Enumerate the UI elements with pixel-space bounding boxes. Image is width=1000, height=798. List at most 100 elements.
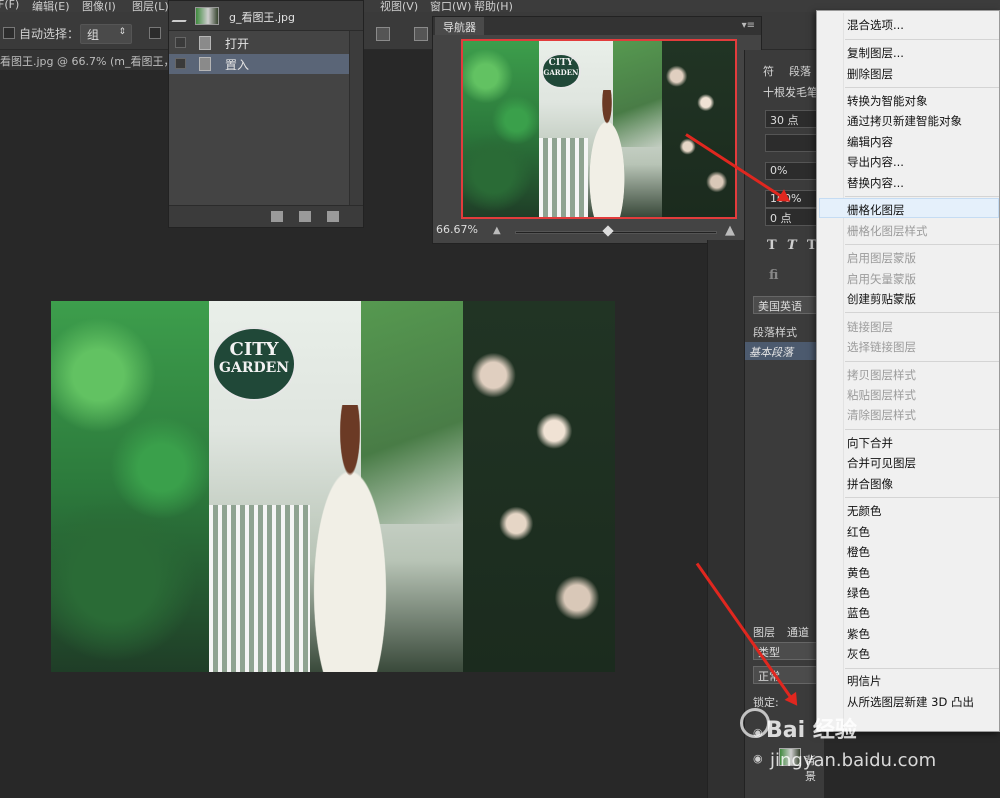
tab-paragraph-styles[interactable]: 段落样式 [753, 324, 797, 340]
new-snapshot-icon[interactable] [271, 211, 283, 222]
menu-image[interactable]: 图像(I) [82, 0, 116, 12]
menu-item-new-smart-object-via-copy[interactable]: 通过拷贝新建智能对象 [847, 113, 962, 129]
photo-left-foliage [463, 41, 540, 217]
menu-item-no-color[interactable]: 无颜色 [847, 503, 882, 519]
menu-item-convert-smart-object[interactable]: 转换为智能对象 [847, 93, 928, 109]
paragraph-style-item[interactable]: 基本段落 [745, 342, 823, 360]
menu-item-create-clipping-mask[interactable]: 创建剪贴蒙版 [847, 291, 916, 307]
menu-item-blue[interactable]: 蓝色 [847, 605, 870, 621]
bold-t-icon[interactable]: T [767, 238, 777, 253]
menu-item-blending-options[interactable]: 混合选项... [847, 17, 904, 33]
menu-item-gray[interactable]: 灰色 [847, 646, 870, 662]
menu-highlight [819, 198, 999, 218]
language-button[interactable]: 美国英语 [753, 296, 823, 314]
menu-separator [845, 668, 999, 669]
city-garden-sign: CITY GARDEN [211, 326, 297, 402]
menu-file[interactable]: F(F) [0, 0, 19, 11]
navigator-preview[interactable]: CITY GARDEN [461, 39, 737, 219]
camera-icon[interactable] [299, 211, 311, 222]
menu-item-violet[interactable]: 紫色 [847, 626, 870, 642]
recent-scrollbar[interactable] [349, 31, 363, 205]
file-thumbnail [195, 7, 219, 25]
auto-select-checkbox[interactable] [3, 27, 15, 39]
tab-character[interactable]: 符 [763, 63, 774, 79]
document-icon [199, 57, 211, 71]
tracking-field[interactable]: 0% [765, 162, 821, 180]
menu-separator [845, 429, 999, 430]
eye-icon[interactable]: ◉ [753, 752, 763, 765]
menu-item-merge-visible[interactable]: 合并可见图层 [847, 455, 916, 471]
menu-separator [845, 87, 999, 88]
menu-item-edit-contents[interactable]: 编辑内容 [847, 134, 893, 150]
menu-item-flatten-image[interactable]: 拼合图像 [847, 476, 893, 492]
menu-separator [845, 361, 999, 362]
italic-t-icon[interactable]: T [787, 238, 797, 253]
menu-view[interactable]: 视图(V) [380, 0, 418, 12]
auto-select-value: 组 [87, 28, 100, 42]
menu-item-orange[interactable]: 橙色 [847, 544, 870, 560]
menu-item-select-linked-layers[interactable]: 选择链接图层 [847, 339, 916, 355]
recent-row-open[interactable]: 打开 [169, 33, 351, 53]
menu-item-export-contents[interactable]: 导出内容... [847, 154, 904, 170]
menu-item-paste-layer-style[interactable]: 粘贴图层样式 [847, 387, 916, 403]
blend-mode-select[interactable]: 正常 [753, 666, 817, 684]
ligature-icon[interactable]: fi [769, 268, 778, 283]
row-checkbox[interactable] [175, 58, 186, 69]
document-tab[interactable]: 看图王.jpg @ 66.7% (m_看图王，RG [0, 50, 180, 70]
menu-layer[interactable]: 图层(L) [132, 0, 169, 12]
menu-item-rasterize-layer-style[interactable]: 栅格化图层样式 [847, 223, 928, 239]
menu-item-green[interactable]: 绿色 [847, 585, 870, 601]
photo-left-foliage [51, 301, 209, 672]
sign-line-2: GARDEN [219, 359, 290, 376]
row-checkbox[interactable] [175, 37, 186, 48]
recent-row-place[interactable]: 置入 [169, 54, 351, 74]
trash-icon[interactable] [327, 211, 339, 222]
city-garden-sign: CITY GARDEN [540, 53, 582, 89]
menu-item-enable-vector-mask[interactable]: 启用矢量蒙版 [847, 271, 916, 287]
zoom-in-icon[interactable]: ▲ [725, 223, 735, 238]
auto-select-dropdown[interactable]: 组 ⇕ [80, 24, 132, 44]
tab-channels[interactable]: 通道 [787, 624, 809, 640]
document-icon [199, 36, 211, 50]
menu-item-rasterize-layer[interactable]: 栅格化图层 [847, 202, 905, 218]
photo-figure [293, 404, 407, 672]
menu-item-link-layers[interactable]: 链接图层 [847, 319, 893, 335]
leading-field[interactable] [765, 134, 821, 152]
navigator-panel: 导航器 ▾≡ CITY GARDEN 66.67% ▲ ▲ [432, 16, 762, 244]
menu-item-yellow[interactable]: 黄色 [847, 565, 870, 581]
menu-item-new-3d-extrusion[interactable]: 从所选图层新建 3D 凸出 [847, 694, 974, 710]
zoom-value[interactable]: 66.67% [436, 223, 478, 236]
menu-item-copy-layer-style[interactable]: 拷贝图层样式 [847, 367, 916, 383]
align-icon[interactable] [376, 27, 390, 41]
menu-item-clear-layer-style[interactable]: 清除图层样式 [847, 407, 916, 423]
zoom-out-icon[interactable]: ▲ [493, 225, 501, 236]
menu-help[interactable]: 帮助(H) [474, 0, 513, 12]
menu-item-replace-contents[interactable]: 替换内容... [847, 175, 904, 191]
menu-item-postcard[interactable]: 明信片 [847, 673, 882, 689]
zoom-slider-knob[interactable] [602, 225, 614, 237]
menu-edit[interactable]: 编辑(E) [32, 0, 70, 12]
menu-separator [845, 312, 999, 313]
menu-item-red[interactable]: 红色 [847, 524, 870, 540]
transform-controls-checkbox[interactable] [149, 27, 161, 39]
baseline-field[interactable]: 0 点 [765, 208, 821, 226]
menu-separator [845, 196, 999, 197]
font-family-value[interactable]: 十根发毛笔 [763, 84, 818, 100]
brush-icon [171, 10, 193, 22]
panel-menu-icon[interactable]: ▾≡ [742, 20, 755, 31]
menu-window[interactable]: 窗口(W) [430, 0, 471, 12]
menu-item-duplicate-layer[interactable]: 复制图层... [847, 45, 904, 61]
canvas-image[interactable]: CITY GARDEN [51, 301, 615, 672]
recent-panel-header: g_看图王.jpg [169, 1, 363, 31]
tab-navigator[interactable]: 导航器 [435, 17, 484, 35]
menu-item-delete-layer[interactable]: 删除图层 [847, 66, 893, 82]
tab-paragraph[interactable]: 段落 [789, 63, 811, 79]
distribute-icon[interactable] [414, 27, 428, 41]
recent-file-name[interactable]: g_看图王.jpg [229, 9, 295, 25]
tab-layers[interactable]: 图层 [753, 624, 775, 640]
menu-item-merge-down[interactable]: 向下合并 [847, 435, 893, 451]
font-size-field[interactable]: 30 点 [765, 110, 821, 128]
menu-item-enable-layer-mask[interactable]: 启用图层蒙版 [847, 250, 916, 266]
watermark-brand: Bai 经验 [766, 718, 857, 743]
zoom-slider[interactable] [515, 225, 717, 237]
